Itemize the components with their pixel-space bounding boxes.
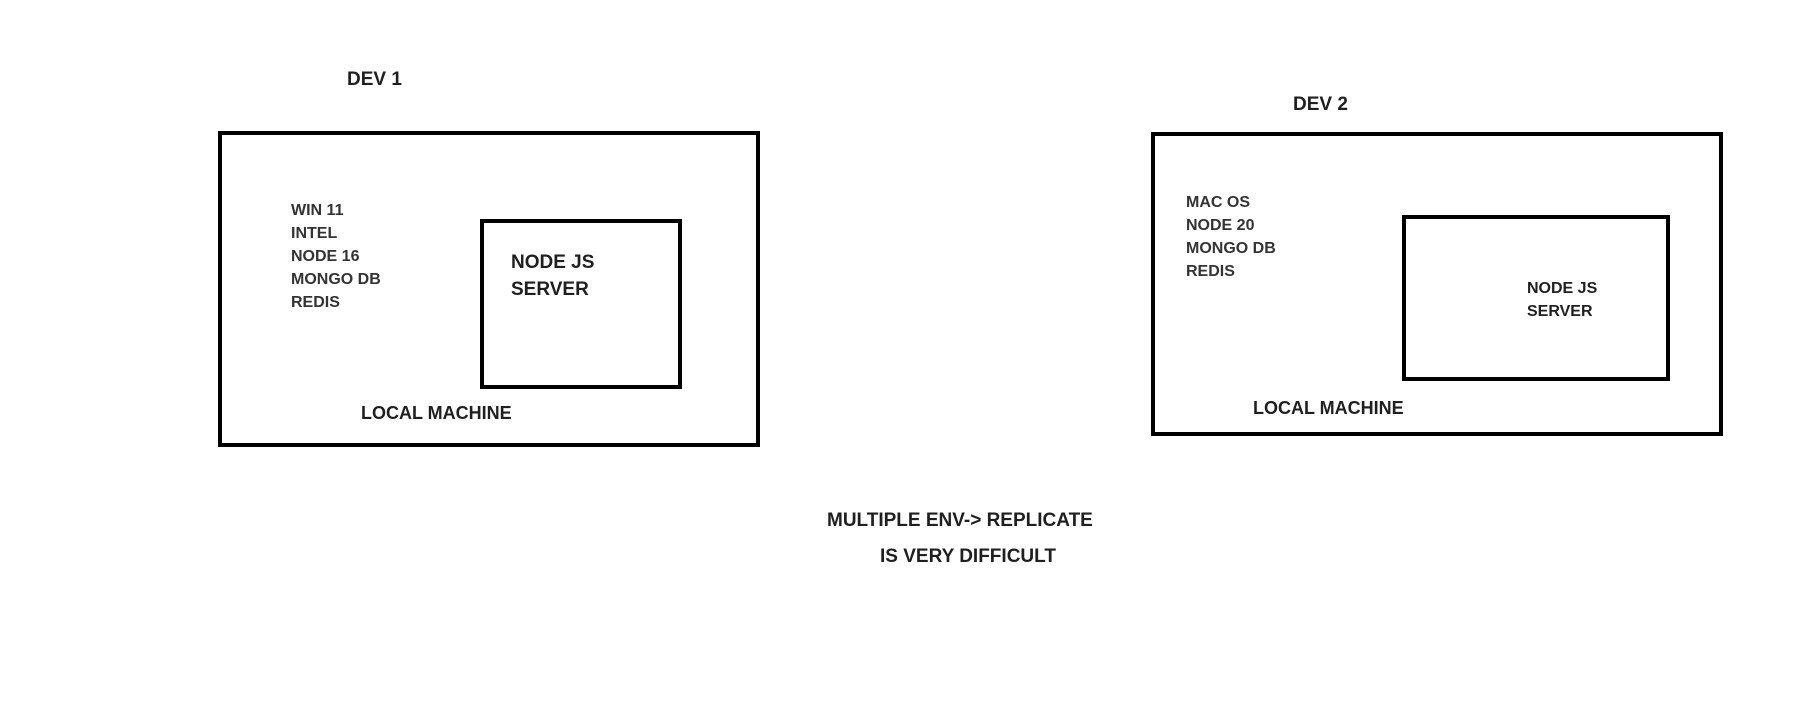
dev2-spec-item: MONGO DB <box>1186 240 1276 257</box>
dev2-server-line2: SERVER <box>1527 303 1593 320</box>
note-line2: IS VERY DIFFICULT <box>880 546 1056 567</box>
dev2-spec-item: MAC OS <box>1186 194 1250 211</box>
dev2-spec-item: REDIS <box>1186 263 1235 280</box>
dev1-spec-item: WIN 11 <box>291 202 344 219</box>
dev2-node-server-label: NODE JS SERVER <box>1527 277 1597 323</box>
dev2-spec-item: NODE 20 <box>1186 217 1255 234</box>
dev2-title: DEV 2 <box>1293 94 1348 115</box>
dev1-spec-item: REDIS <box>291 294 340 311</box>
dev2-local-machine-label: LOCAL MACHINE <box>1253 398 1404 418</box>
dev1-node-server-label: NODE JS SERVER <box>511 249 594 303</box>
dev1-node-server-box <box>480 219 682 389</box>
dev2-server-line1: NODE JS <box>1527 280 1598 297</box>
dev1-local-machine-label: LOCAL MACHINE <box>361 403 512 423</box>
dev1-server-line1: NODE JS <box>511 252 595 273</box>
dev2-spec-list: MAC OS NODE 20 MONGO DB REDIS <box>1186 191 1276 283</box>
dev1-spec-item: MONGO DB <box>291 271 381 288</box>
dev1-spec-item: INTEL <box>291 225 338 242</box>
dev1-server-line2: SERVER <box>511 279 589 300</box>
dev1-title: DEV 1 <box>347 69 402 90</box>
note-line1: MULTIPLE ENV-> REPLICATE <box>827 510 1093 531</box>
dev1-spec-item: NODE 16 <box>291 248 360 265</box>
dev1-spec-list: WIN 11 INTEL NODE 16 MONGO DB REDIS <box>291 199 381 314</box>
